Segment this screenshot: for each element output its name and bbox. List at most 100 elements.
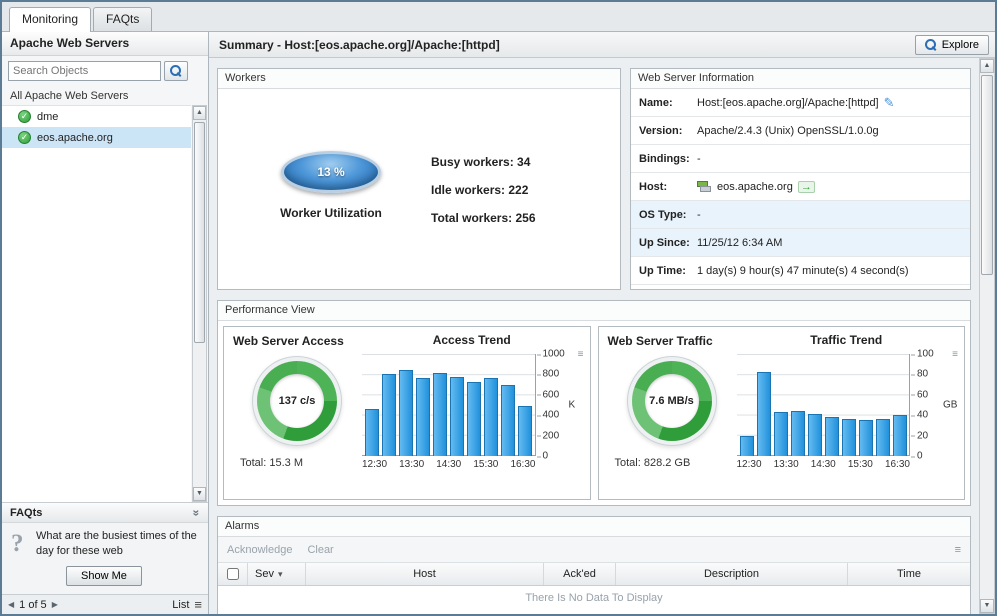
traffic-gauge-title: Web Server Traffic xyxy=(608,334,713,348)
explore-label: Explore xyxy=(942,39,979,51)
pager-text: 1 of 5 xyxy=(19,599,47,611)
pager-prev-icon[interactable]: ◀ xyxy=(8,600,14,609)
y-axis-tick-label: 20 xyxy=(917,430,928,441)
info-value: - xyxy=(697,153,701,165)
show-me-button[interactable]: Show Me xyxy=(66,566,142,586)
info-label: Up Time: xyxy=(631,265,697,277)
list-item-dme[interactable]: ✓ dme xyxy=(2,106,191,127)
info-value: 11/25/12 6:34 AM xyxy=(697,237,782,249)
worker-stats: Busy workers: 34 Idle workers: 222 Total… xyxy=(431,155,536,239)
column-time[interactable]: Time xyxy=(848,563,970,585)
edit-pencil-icon[interactable]: ✎ xyxy=(884,95,895,111)
column-description[interactable]: Description xyxy=(616,563,848,585)
y-axis-tick-label: 200 xyxy=(543,430,560,441)
stat-label: Busy workers: xyxy=(431,155,514,169)
traffic-rate-value: 7.6 MB/s xyxy=(632,361,712,441)
info-label: Name: xyxy=(631,97,697,109)
explore-icon xyxy=(925,39,937,51)
chart-bar xyxy=(399,370,413,456)
list-view-icon[interactable]: ≡ xyxy=(194,597,202,612)
y-axis-unit: GB xyxy=(943,400,957,411)
chart-bar xyxy=(791,411,805,456)
access-rate-value: 137 c/s xyxy=(257,361,337,441)
explore-button[interactable]: Explore xyxy=(915,35,989,55)
chart-bar xyxy=(416,378,430,456)
app-window: Monitoring FAQts Apache Web Servers All … xyxy=(0,0,997,616)
search-input[interactable] xyxy=(8,61,161,81)
column-host[interactable]: Host xyxy=(306,563,544,585)
chart-title: Access Trend xyxy=(362,333,582,347)
table-options-icon[interactable]: ≡ xyxy=(955,544,961,556)
status-ok-icon: ✓ xyxy=(18,131,31,144)
column-acked[interactable]: Ack'ed xyxy=(544,563,616,585)
list-item-eos-apache-org[interactable]: ✓ eos.apache.org xyxy=(2,127,191,148)
info-row-version: Version: Apache/2.4.3 (Unix) OpenSSL/1.0… xyxy=(631,117,970,145)
empty-table-message: There Is No Data To Display xyxy=(218,586,970,604)
scrollbar-thumb[interactable] xyxy=(194,122,205,343)
chart-bar xyxy=(808,414,822,456)
main-area: Summary - Host:[eos.apache.org]/Apache:[… xyxy=(209,32,995,614)
x-axis-tick-label: 15:30 xyxy=(473,459,498,470)
chart-bar xyxy=(518,406,532,456)
busy-workers-stat: Busy workers: 34 xyxy=(431,155,536,169)
server-list: ✓ dme ✓ eos.apache.org xyxy=(2,105,191,502)
collapse-chevron-icon[interactable]: » xyxy=(190,509,204,516)
faqts-pager: ◀ 1 of 5 ▶ List ≡ xyxy=(2,594,208,614)
app-body: Apache Web Servers All Apache Web Server… xyxy=(2,32,995,614)
question-mark-icon: ? xyxy=(11,530,24,558)
chart-bar xyxy=(876,419,890,456)
x-axis-tick-label: 13:30 xyxy=(774,459,799,470)
workers-panel: Workers 13 % Worker Utilization Busy wor… xyxy=(217,68,621,290)
chart-bar xyxy=(740,436,754,456)
x-axis: 12:3013:3014:3015:3016:30 xyxy=(362,459,536,470)
page-title: Summary - Host:[eos.apache.org]/Apache:[… xyxy=(219,38,500,52)
clear-button[interactable]: Clear xyxy=(307,544,333,556)
dashboard-content: Workers 13 % Worker Utilization Busy wor… xyxy=(209,58,979,614)
idle-workers-stat: Idle workers: 222 xyxy=(431,183,536,197)
scrollbar-thumb[interactable] xyxy=(981,75,993,275)
column-severity[interactable]: Sev ▾ xyxy=(248,563,306,585)
scroll-down-arrow[interactable]: ▼ xyxy=(980,599,994,613)
y-axis-tick-label: 60 xyxy=(917,389,928,400)
tab-faqts[interactable]: FAQts xyxy=(93,7,152,31)
access-gauge-title: Web Server Access xyxy=(233,334,344,348)
sidebar-scrollbar[interactable]: ▲ ▼ xyxy=(192,105,207,502)
go-to-host-icon[interactable]: → xyxy=(798,181,815,193)
main-scrollbar[interactable]: ▲ ▼ xyxy=(979,58,995,614)
select-all-checkbox[interactable] xyxy=(227,568,239,580)
scroll-up-arrow[interactable]: ▲ xyxy=(193,106,206,120)
web-server-traffic-panel: Web Server Traffic 7.6 MB/s Total: 828.2… xyxy=(598,326,966,500)
chart-bar xyxy=(859,420,873,456)
scroll-down-arrow[interactable]: ▼ xyxy=(193,487,206,501)
access-trend-chart: Access Trend ≡ 02004006008001000 K 12:30… xyxy=(362,333,582,470)
search-icon xyxy=(170,65,182,77)
info-label: Up Since: xyxy=(631,237,697,249)
y-axis-tick-label: 0 xyxy=(543,451,549,462)
faqts-body: ? What are the busiest times of the day … xyxy=(2,523,208,586)
list-view-label: List xyxy=(172,599,189,611)
y-axis-tick-label: 1000 xyxy=(543,349,565,360)
alarms-table-header: Sev ▾ Host Ack'ed Description Time xyxy=(218,563,970,586)
alarms-toolbar: Acknowledge Clear ≡ xyxy=(218,537,970,563)
chart-bar xyxy=(825,417,839,456)
pager-next-icon[interactable]: ▶ xyxy=(52,600,58,609)
tab-monitoring[interactable]: Monitoring xyxy=(9,7,91,32)
chart-bar xyxy=(484,378,498,456)
host-link[interactable]: eos.apache.org xyxy=(717,181,793,193)
host-server-icon xyxy=(697,180,712,193)
info-label: Version: xyxy=(631,125,697,137)
server-name: eos.apache.org xyxy=(37,132,113,144)
info-value: 1 day(s) 9 hour(s) 47 minute(s) 4 second… xyxy=(697,265,909,277)
scroll-up-arrow[interactable]: ▲ xyxy=(980,59,994,73)
chart-bar xyxy=(893,415,907,456)
faqts-header[interactable]: FAQts » xyxy=(2,502,208,523)
y-axis-tick-label: 80 xyxy=(917,369,928,380)
acknowledge-button[interactable]: Acknowledge xyxy=(227,544,292,556)
info-row-up-since: Up Since: 11/25/12 6:34 AM xyxy=(631,229,970,257)
access-total: Total: 15.3 M xyxy=(238,457,356,469)
y-axis-tick-label: 40 xyxy=(917,410,928,421)
chart-title: Traffic Trend xyxy=(737,333,957,347)
y-axis-tick-label: 100 xyxy=(917,349,934,360)
bar-series xyxy=(362,354,536,456)
search-button[interactable] xyxy=(164,61,188,81)
